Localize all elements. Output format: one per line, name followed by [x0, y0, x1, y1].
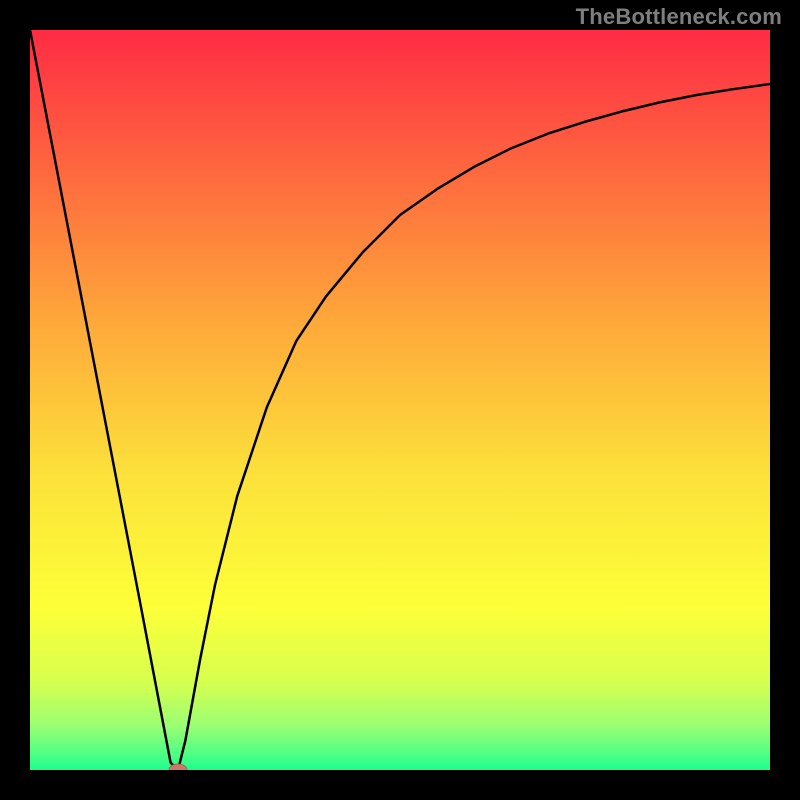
plot-area: [30, 30, 770, 770]
chart-frame: TheBottleneck.com: [0, 0, 800, 800]
watermark-text: TheBottleneck.com: [576, 4, 782, 30]
gradient-background: [30, 30, 770, 770]
chart-svg: [30, 30, 770, 770]
